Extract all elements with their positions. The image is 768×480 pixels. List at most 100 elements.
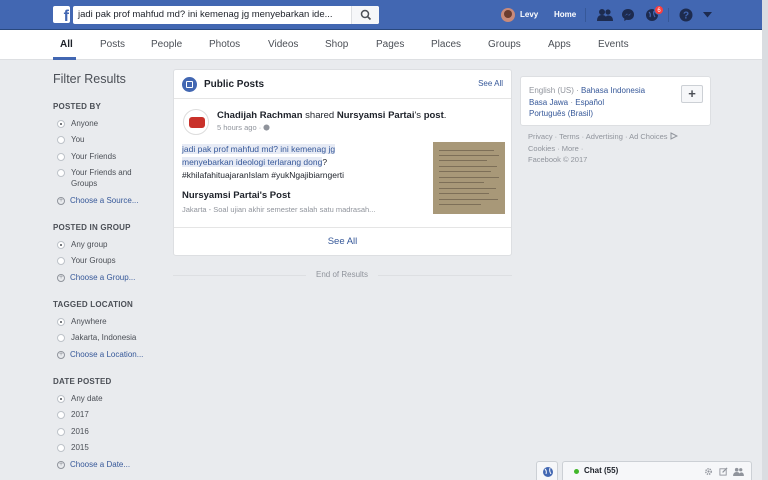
search-button[interactable] xyxy=(351,6,379,24)
page-scrollbar[interactable] xyxy=(762,0,768,480)
shared-from-link[interactable]: Nursyamsi Partai xyxy=(337,110,415,121)
chat-settings-gear-icon[interactable] xyxy=(704,467,713,476)
search-tabs: All Posts People Photos Videos Shop Page… xyxy=(0,30,768,60)
friend-requests-icon[interactable] xyxy=(597,8,613,22)
profile-name-link[interactable]: Levy xyxy=(520,10,538,19)
shared-post-title[interactable]: Nursyamsi Partai's Post xyxy=(182,190,290,201)
tagged-location-heading: TAGGED LOCATION xyxy=(53,300,134,309)
public-globe-icon xyxy=(263,124,270,131)
plus-circle-icon: + xyxy=(57,461,65,469)
option-label: Any date xyxy=(71,394,103,403)
post-time-text[interactable]: 5 hours ago · xyxy=(217,123,263,132)
profile-avatar[interactable] xyxy=(501,8,515,22)
tab-pages[interactable]: Pages xyxy=(376,39,404,50)
choose-date-label[interactable]: Choose a Date... xyxy=(70,459,130,470)
post-hashtags[interactable]: #khilafahituajaranIslam #yukNgajibiarnge… xyxy=(182,170,344,180)
tab-groups[interactable]: Groups xyxy=(488,39,521,50)
post-text: jadi pak prof mahfud md? ini kemenag jg … xyxy=(182,143,397,182)
footer-links-line1[interactable]: Privacy · Terms · Advertising · Ad Choic… xyxy=(528,132,668,141)
svg-text:?: ? xyxy=(683,11,689,22)
radio[interactable] xyxy=(57,428,65,436)
language-link[interactable]: Español xyxy=(575,98,604,107)
public-posts-header: Public Posts See All xyxy=(174,70,511,99)
language-selector-card: English (US) · Bahasa Indonesia Basa Jaw… xyxy=(520,76,711,126)
post-text-tail: ? xyxy=(322,157,328,167)
option-label: 2015 xyxy=(71,443,89,452)
post-header: Chadijah Rachman shared Nursyamsi Partai… xyxy=(217,110,446,121)
tab-events[interactable]: Events xyxy=(598,39,629,50)
radio[interactable] xyxy=(57,334,65,342)
possessive-text: 's xyxy=(414,110,424,121)
option-label: 2017 xyxy=(71,410,89,419)
choose-group-label[interactable]: Choose a Group... xyxy=(70,272,135,283)
option-label: 2016 xyxy=(71,427,89,436)
top-divider xyxy=(585,8,586,22)
home-link[interactable]: Home xyxy=(554,10,576,19)
tab-people[interactable]: People xyxy=(151,39,182,50)
post-thumbnail-image[interactable] xyxy=(433,142,505,214)
chat-bar[interactable]: Chat (55) xyxy=(562,461,752,480)
radio[interactable] xyxy=(57,136,65,144)
messenger-icon[interactable] xyxy=(621,8,635,22)
post-author-link[interactable]: Chadijah Rachman xyxy=(217,110,303,121)
option-label: Anyone xyxy=(71,119,99,128)
tab-places[interactable]: Places xyxy=(431,39,461,50)
radio[interactable] xyxy=(57,153,65,161)
radio[interactable] xyxy=(57,257,65,265)
public-posts-title: Public Posts xyxy=(204,79,265,90)
tab-apps[interactable]: Apps xyxy=(548,39,571,50)
highlighted-match-2: menyebarkan ideologi terlarang dong xyxy=(182,157,323,167)
public-posts-icon xyxy=(182,77,197,92)
public-posts-card: Public Posts See All Chadijah Rachman sh… xyxy=(173,69,512,256)
chat-label[interactable]: Chat (55) xyxy=(584,466,618,475)
globe-icon xyxy=(543,467,553,477)
see-all-link-top[interactable]: See All xyxy=(478,79,503,88)
see-all-link-bottom[interactable]: See All xyxy=(174,236,511,247)
posted-in-group-heading: POSTED IN GROUP xyxy=(53,223,131,232)
tab-posts[interactable]: Posts xyxy=(100,39,125,50)
footer-links: Privacy · Terms · Advertising · Ad Choic… xyxy=(528,131,708,166)
post-author-avatar[interactable] xyxy=(183,109,209,135)
ad-choices-icon[interactable] xyxy=(670,132,678,140)
option-label: Any group xyxy=(71,240,108,249)
language-link[interactable]: Basa Jawa xyxy=(529,98,568,107)
language-link[interactable]: Bahasa Indonesia xyxy=(581,86,645,95)
account-menu-chevron-icon[interactable] xyxy=(703,12,712,18)
plus-circle-icon: + xyxy=(57,351,65,359)
language-list: English (US) · Bahasa Indonesia Basa Jaw… xyxy=(529,86,646,118)
shared-post-snippet: Jakarta - Soal ujian akhir semester sala… xyxy=(182,205,376,214)
radio-selected[interactable] xyxy=(57,241,65,249)
option-label: Your Friends xyxy=(71,152,117,161)
plus-circle-icon: + xyxy=(57,274,65,282)
search-input-value: jadi pak prof mahfud md? ini kemenag jg … xyxy=(78,9,333,20)
add-language-button[interactable]: + xyxy=(681,85,703,103)
tab-photos[interactable]: Photos xyxy=(209,39,240,50)
option-label: Anywhere xyxy=(71,317,107,326)
period-text: . xyxy=(443,110,447,121)
create-group-icon[interactable] xyxy=(733,467,744,476)
compose-message-icon[interactable] xyxy=(719,467,728,476)
radio[interactable] xyxy=(57,444,65,452)
facebook-logo-icon[interactable]: f xyxy=(53,6,70,23)
radio[interactable] xyxy=(57,169,65,177)
language-link[interactable]: Português (Brasil) xyxy=(529,109,593,118)
top-bar: f jadi pak prof mahfud md? ini kemenag j… xyxy=(0,0,768,30)
post-timestamp[interactable]: 5 hours ago · xyxy=(217,123,270,132)
help-icon[interactable]: ? xyxy=(679,8,693,22)
radio[interactable] xyxy=(57,411,65,419)
footer-links-line2[interactable]: Cookies · More · xyxy=(528,144,583,153)
tab-videos[interactable]: Videos xyxy=(268,39,298,50)
chat-globe-tab[interactable] xyxy=(536,461,558,480)
option-label: You xyxy=(71,135,85,144)
radio-selected[interactable] xyxy=(57,318,65,326)
filter-results-title: Filter Results xyxy=(53,72,126,86)
choose-source-label[interactable]: Choose a Source... xyxy=(70,195,138,206)
tab-shop[interactable]: Shop xyxy=(325,39,348,50)
search-input[interactable]: jadi pak prof mahfud md? ini kemenag jg … xyxy=(73,6,379,24)
radio-selected[interactable] xyxy=(57,120,65,128)
option-label: Your Groups xyxy=(71,256,116,265)
tab-all[interactable]: All xyxy=(60,39,73,50)
radio-selected[interactable] xyxy=(57,395,65,403)
shared-post-link[interactable]: post xyxy=(424,110,444,121)
choose-location-label[interactable]: Choose a Location... xyxy=(70,349,143,360)
